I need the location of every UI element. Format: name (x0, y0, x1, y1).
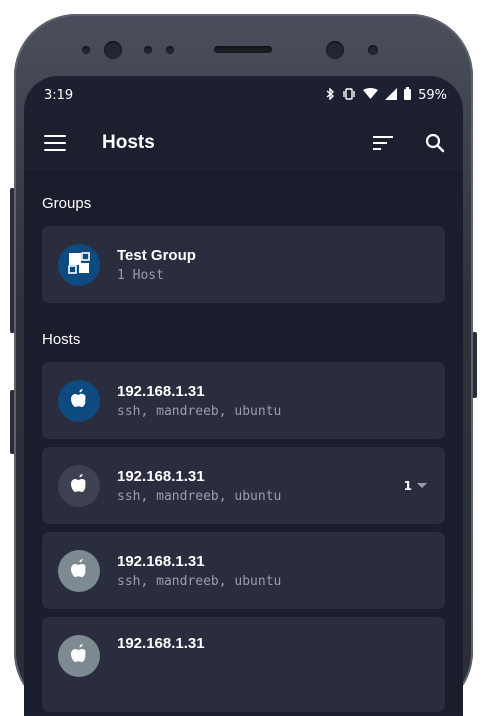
host-card[interactable]: 192.168.1.31 ssh, mandreeb, ubuntu 1 (42, 447, 445, 524)
screen: 3:19 59% Hosts Groups Test Group 1 Host … (24, 76, 463, 716)
status-time: 3:19 (44, 87, 74, 103)
host-name: 192.168.1.31 (117, 552, 205, 570)
host-avatar (58, 635, 100, 677)
status-icons: 59% (326, 86, 447, 103)
hosts-heading: Hosts (42, 331, 81, 348)
host-name: 192.168.1.31 (117, 635, 205, 652)
menu-icon[interactable] (44, 135, 66, 151)
wifi-icon (363, 88, 379, 102)
connection-count-dropdown[interactable]: 1 (404, 479, 427, 493)
host-card[interactable]: 192.168.1.31 ssh, mandreeb, ubuntu (42, 532, 445, 609)
bluetooth-icon (326, 86, 335, 103)
battery-percent: 59% (418, 87, 447, 103)
host-tags: ssh, mandreeb, ubuntu (117, 403, 282, 419)
apple-icon (70, 388, 88, 413)
host-name: 192.168.1.31 (117, 467, 205, 485)
group-card[interactable]: Test Group 1 Host (42, 226, 445, 303)
front-camera (326, 41, 344, 59)
sort-icon[interactable] (373, 136, 393, 150)
group-icon (67, 251, 91, 279)
sensor-dot (144, 46, 152, 54)
connection-count: 1 (403, 478, 412, 493)
host-card[interactable]: 192.168.1.31 (42, 617, 445, 712)
search-icon[interactable] (425, 133, 445, 153)
camera-lens (104, 41, 122, 59)
battery-icon (404, 87, 412, 103)
page-title: Hosts (102, 132, 155, 153)
earpiece-speaker (214, 46, 272, 53)
host-list: Groups Test Group 1 Host Hosts 192.168.1… (24, 173, 463, 712)
apple-icon (70, 558, 88, 583)
apple-icon (70, 473, 88, 498)
status-bar: 3:19 59% (24, 76, 463, 114)
host-avatar (58, 379, 100, 422)
host-avatar (58, 549, 100, 592)
vibrate-icon (342, 87, 356, 103)
app-bar: Hosts (24, 114, 463, 173)
host-name: 192.168.1.31 (117, 382, 205, 400)
apple-icon (70, 644, 88, 668)
groups-heading: Groups (42, 195, 92, 212)
group-avatar (58, 243, 100, 286)
sensor-dot (82, 46, 90, 54)
group-name: Test Group (117, 246, 196, 264)
chevron-down-icon (417, 483, 427, 488)
host-avatar (58, 464, 100, 507)
host-tags: ssh, mandreeb, ubuntu (117, 488, 282, 504)
sensor-dot (166, 46, 174, 54)
host-card[interactable]: 192.168.1.31 ssh, mandreeb, ubuntu (42, 362, 445, 439)
host-tags: ssh, mandreeb, ubuntu (117, 573, 282, 589)
group-host-count: 1 Host (117, 267, 164, 283)
iris-sensor (368, 45, 378, 55)
cell-signal-icon (385, 87, 398, 103)
